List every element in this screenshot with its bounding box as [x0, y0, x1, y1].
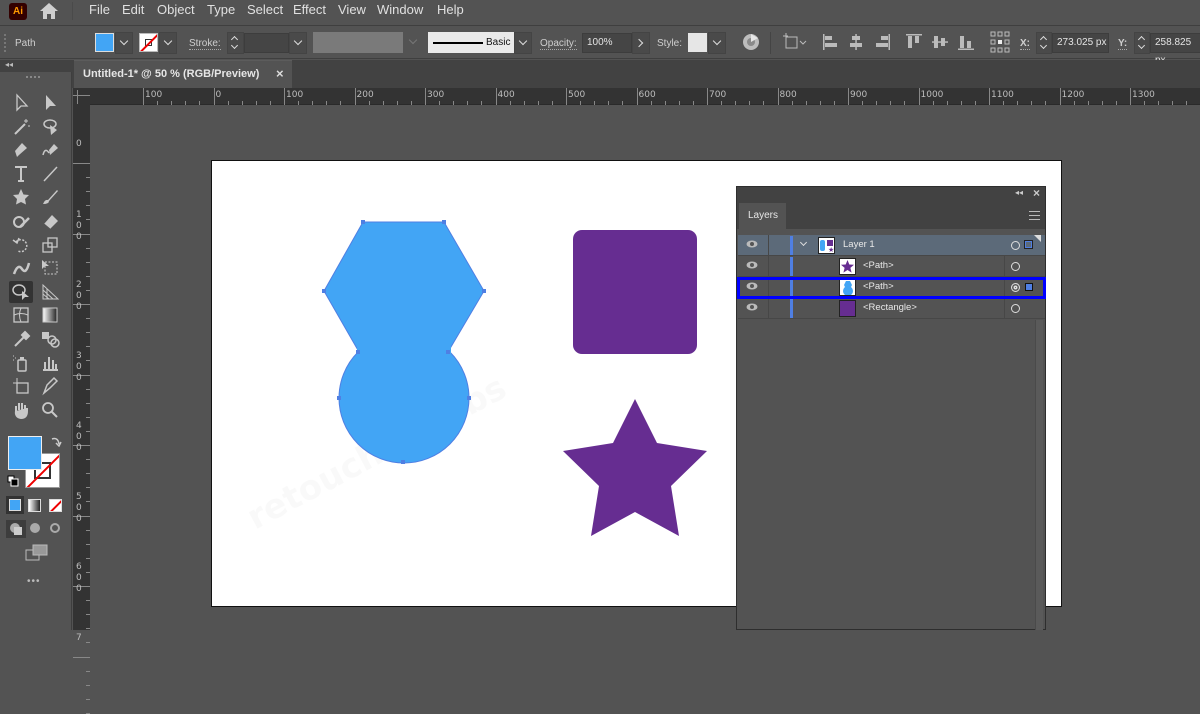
- layer-name[interactable]: <Rectangle>: [863, 302, 917, 313]
- layer-name[interactable]: Layer 1: [843, 239, 875, 250]
- selection-indicator[interactable]: [1024, 240, 1033, 249]
- target-circle-icon[interactable]: [1011, 241, 1020, 250]
- ruler-major-tick: [73, 656, 90, 658]
- layer-color-indicator: [790, 236, 793, 255]
- target-circle-icon[interactable]: [1011, 304, 1020, 313]
- path-thumbnail: [839, 258, 856, 275]
- visibility-eye-icon[interactable]: [746, 260, 758, 270]
- layers-close-button[interactable]: ×: [1033, 186, 1040, 200]
- blue-hexagon-circle-path[interactable]: [322, 220, 486, 464]
- layer-row-layer-1[interactable]: ★ Layer 1: [738, 235, 1045, 256]
- layers-tab-row: Layers: [737, 203, 1045, 230]
- fill-color-box[interactable]: [8, 436, 42, 470]
- purple-star[interactable]: [563, 399, 707, 536]
- target-circle-icon[interactable]: [1011, 262, 1020, 271]
- layers-tab[interactable]: Layers: [739, 203, 786, 230]
- layer-thumbnail: ★: [818, 237, 835, 254]
- layers-panel-titlebar[interactable]: ◂◂ ×: [737, 186, 1045, 203]
- layers-panel: ◂◂ × Layers ★ Layer 1 <Path> <Path> <Rec…: [736, 186, 1046, 630]
- ruler-minor-tick: [86, 670, 90, 672]
- ruler-minor-tick: [86, 684, 90, 686]
- lock-toggle[interactable]: [768, 235, 769, 256]
- selected-row-highlight: [737, 277, 1046, 299]
- expand-chevron-icon[interactable]: [799, 238, 808, 247]
- layer-row-rectangle[interactable]: <Rectangle>: [738, 298, 1045, 319]
- column-divider: [1004, 298, 1005, 319]
- layer-row-path-star[interactable]: <Path>: [738, 256, 1045, 277]
- current-layer-triangle-icon: [1034, 235, 1041, 242]
- visibility-eye-icon[interactable]: [746, 302, 758, 312]
- column-divider: [1004, 256, 1005, 277]
- ruler-minor-tick: [86, 698, 90, 700]
- visibility-eye-icon[interactable]: [746, 239, 758, 249]
- purple-rectangle[interactable]: [573, 230, 697, 354]
- lock-toggle[interactable]: [768, 256, 769, 277]
- ruler-minor-tick: [86, 642, 90, 644]
- layer-color-indicator: [790, 299, 793, 318]
- layers-panel-menu-icon[interactable]: [1029, 211, 1040, 220]
- rectangle-thumbnail: [839, 300, 856, 317]
- layer-color-indicator: [790, 257, 793, 276]
- ruler-label: 7: [76, 632, 82, 643]
- lock-toggle[interactable]: [768, 298, 769, 319]
- layer-name[interactable]: <Path>: [863, 260, 894, 271]
- layers-collapse-button[interactable]: ◂◂: [1015, 188, 1023, 197]
- layers-scrollbar[interactable]: [1035, 320, 1043, 630]
